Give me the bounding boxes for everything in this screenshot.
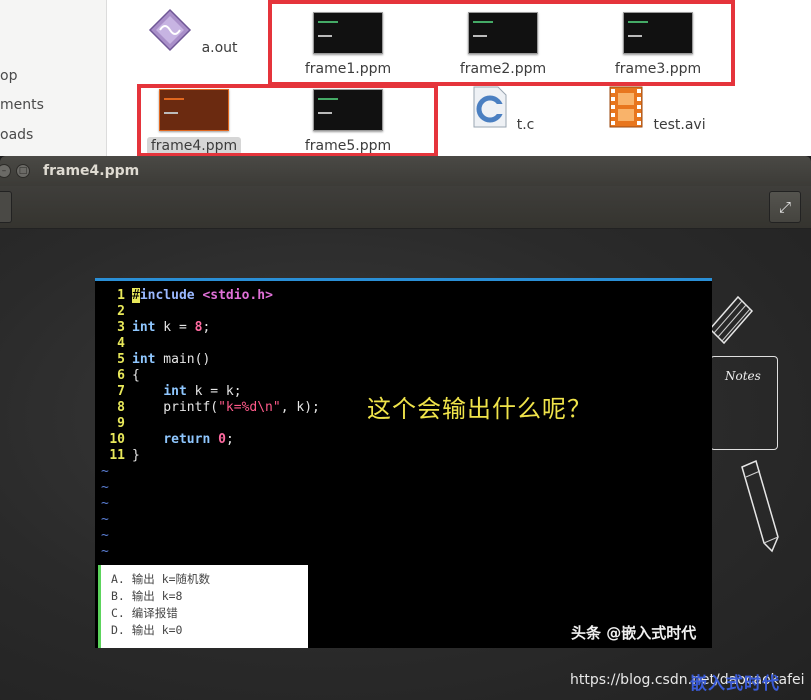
sidebar-item[interactable]: oads: [0, 127, 33, 143]
code-line: 3 int k = 8;: [117, 320, 211, 335]
toolbar-button[interactable]: [0, 191, 12, 223]
window-title: frame4.ppm: [43, 163, 140, 179]
code-line: 6{: [117, 368, 140, 383]
answer-option: C. 编译报错: [111, 606, 178, 620]
vim-tilde: ~: [101, 544, 109, 559]
code-line: 5 int main(): [117, 352, 211, 367]
highlight-box-frames-4-5: [137, 84, 438, 157]
file-name: a.out: [201, 40, 238, 56]
code-line: 7 int k = k;: [117, 384, 242, 399]
sidebar: op ments oads: [0, 0, 107, 160]
file-a-out[interactable]: a.out: [120, 8, 270, 57]
corner-watermark: 嵌入式时代: [690, 674, 780, 694]
notes-card: Notes: [710, 356, 778, 450]
answer-option: B. 输出 k=8: [111, 589, 183, 603]
image-viewer-window: – □ frame4.ppm ⤢ Notes 1 #include <stdio.…: [0, 156, 811, 700]
file-manager: op ments oads a.out frame1.ppm frame2.pp…: [0, 0, 811, 160]
code-screenshot: 1 #include <stdio.h> 2 3 int k = 8; 4 5 int…: [95, 278, 712, 648]
answer-option: A. 输出 k=随机数: [111, 572, 211, 586]
file-t-c[interactable]: t.c: [430, 85, 580, 134]
notes-label: Notes: [725, 369, 761, 383]
sidebar-item[interactable]: op: [0, 68, 17, 84]
code-line: 4: [117, 336, 125, 351]
sidebar-item[interactable]: ments: [0, 97, 44, 113]
answer-option: D. 输出 k=0: [111, 623, 183, 637]
highlight-box-frames-1-3: [268, 0, 735, 86]
vim-tilde: ~: [101, 496, 109, 511]
file-name: t.c: [516, 117, 535, 133]
code-line: 11}: [109, 448, 140, 463]
vim-tilde: ~: [101, 528, 109, 543]
toutiao-watermark: 头条 @嵌入式时代: [571, 624, 697, 642]
code-line: 8 printf("k=%d\n", k);: [117, 400, 320, 415]
fullscreen-icon[interactable]: ⤢: [769, 191, 801, 223]
answer-options: A. 输出 k=随机数 B. 输出 k=8 C. 编译报错 D. 输出 k=0: [98, 565, 308, 648]
code-line: 2: [117, 304, 125, 319]
code-line: 9: [117, 416, 125, 431]
toolbar: ⤢: [0, 186, 811, 229]
code-line: 10 return 0;: [109, 432, 234, 447]
minimize-button[interactable]: –: [0, 164, 11, 178]
video-icon: [609, 86, 643, 128]
executable-icon: [149, 8, 192, 52]
pencil-doodle: [741, 459, 779, 553]
vim-tilde: ~: [101, 512, 109, 527]
file-test-avi[interactable]: test.avi: [584, 85, 734, 134]
c-source-icon: [473, 86, 507, 128]
image-canvas: Notes 1 #include <stdio.h> 2 3 int k = 8; …: [0, 229, 811, 700]
code-line: 1 #include <stdio.h>: [117, 288, 273, 303]
vim-tilde: ~: [101, 464, 109, 479]
vim-tilde: ~: [101, 480, 109, 495]
maximize-button[interactable]: □: [16, 164, 30, 178]
title-bar: – □ frame4.ppm: [0, 156, 811, 186]
file-name: test.avi: [653, 117, 706, 133]
question-text: 这个会输出什么呢？: [367, 395, 592, 423]
